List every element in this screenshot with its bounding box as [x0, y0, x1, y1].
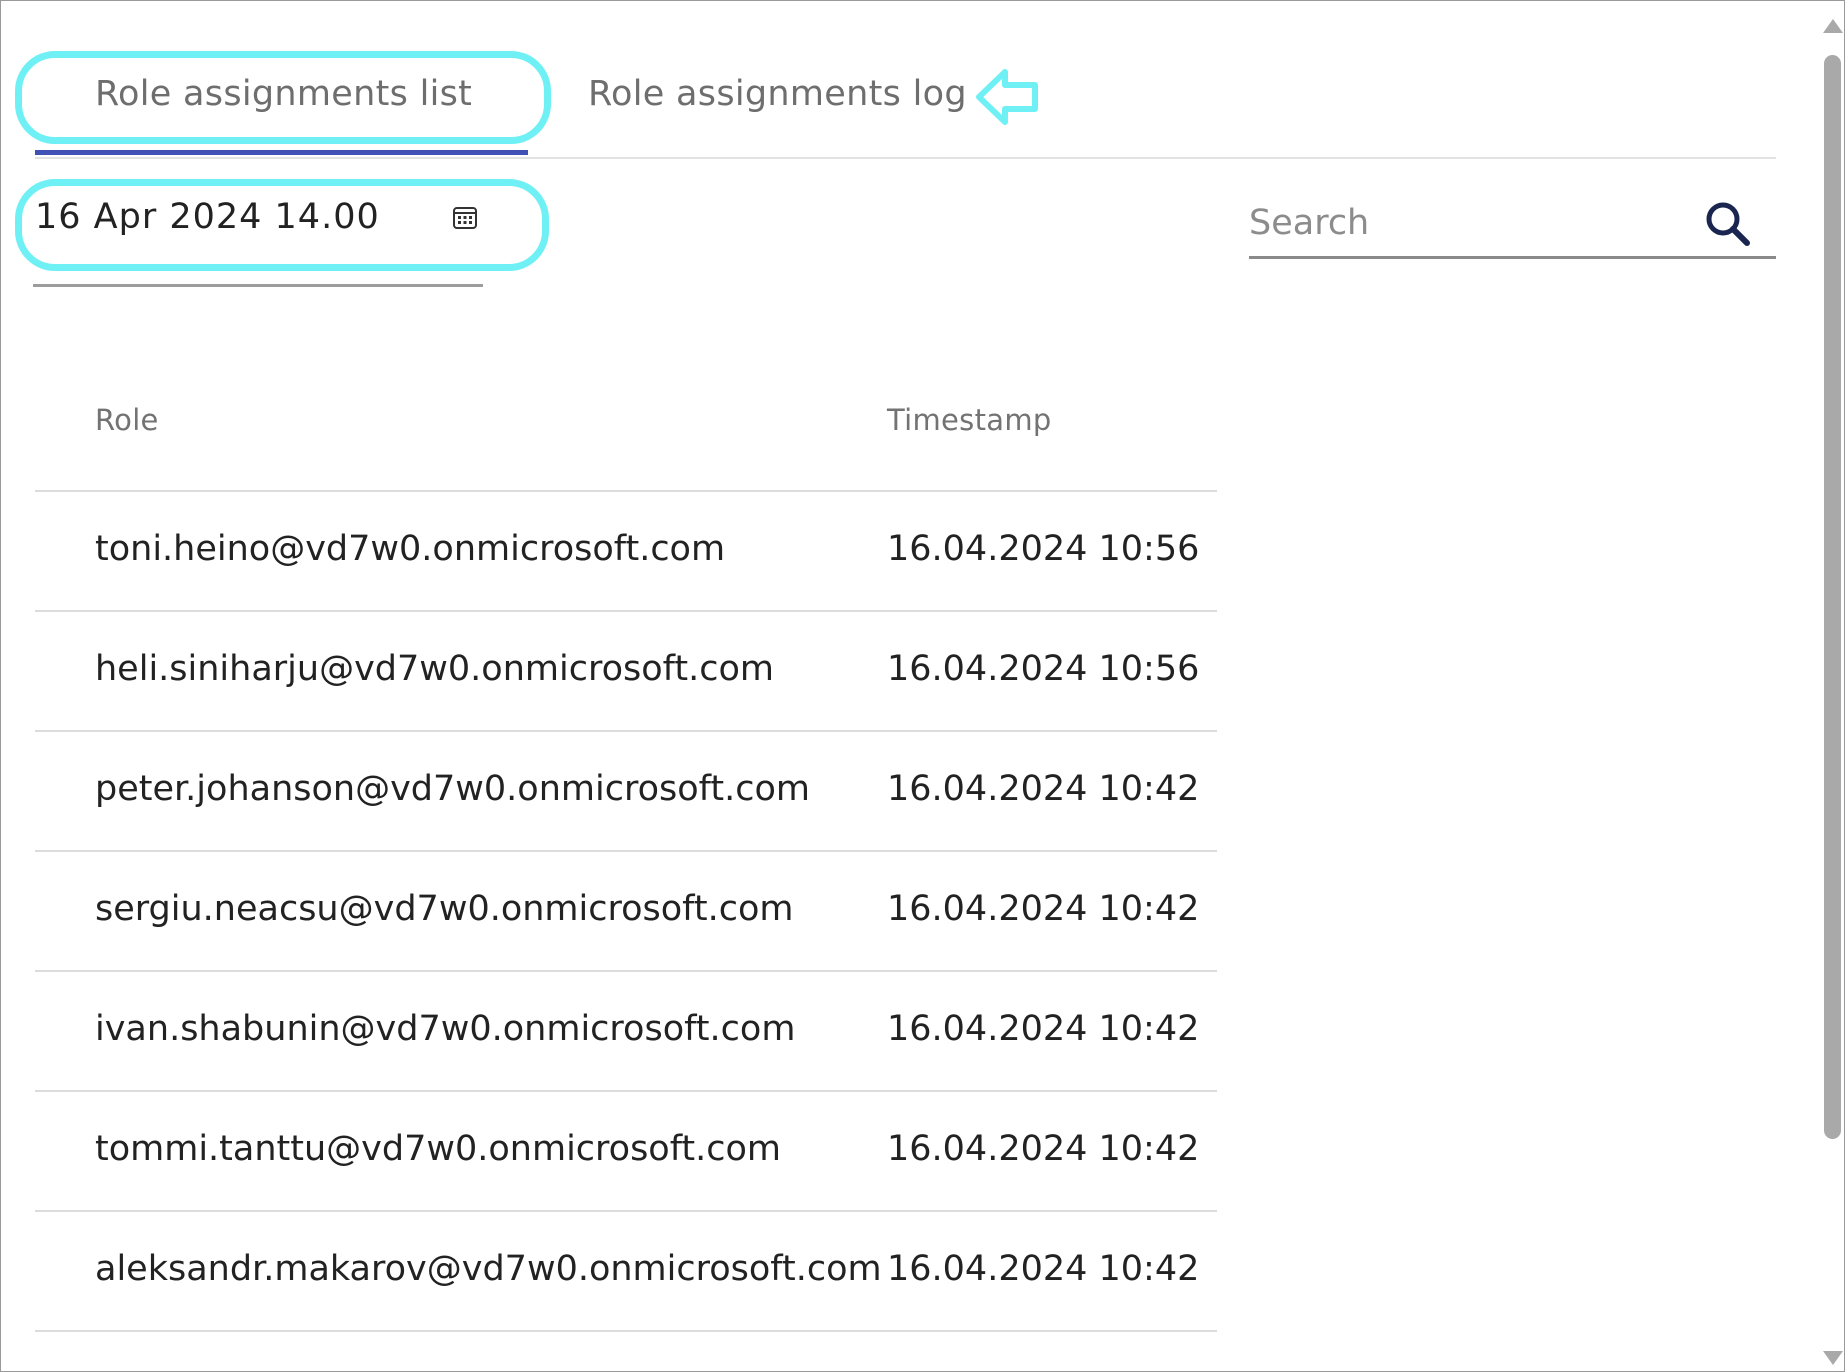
vertical-scrollbar[interactable]	[1821, 15, 1843, 1371]
date-time-picker[interactable]: 16 Apr 2024 14.00	[33, 191, 483, 287]
date-time-value: 16 Apr 2024 14.00	[35, 197, 380, 237]
role-cell: toni.heino@vd7w0.onmicrosoft.com	[95, 529, 726, 569]
calendar-icon[interactable]	[452, 204, 478, 230]
table-row[interactable]: aleksandr.makarov@vd7w0.onmicrosoft.com …	[35, 1212, 1217, 1332]
tab-role-assignments-log[interactable]: Role assignments log	[588, 74, 967, 114]
tab-bar: Role assignments list Role assignments l…	[35, 49, 1776, 159]
tab-role-assignments-list[interactable]: Role assignments list	[95, 74, 472, 114]
timestamp-cell: 16.04.2024 10:56	[887, 649, 1200, 689]
table-row[interactable]: sergiu.neacsu@vd7w0.onmicrosoft.com 16.0…	[35, 852, 1217, 972]
scroll-down-icon[interactable]	[1823, 1351, 1843, 1365]
table-header: Role Timestamp	[35, 366, 1217, 492]
column-header-role[interactable]: Role	[95, 403, 159, 437]
role-cell: aleksandr.makarov@vd7w0.onmicrosoft.com	[95, 1249, 882, 1289]
timestamp-cell: 16.04.2024 10:42	[887, 889, 1200, 929]
table-row[interactable]: toni.heino@vd7w0.onmicrosoft.com 16.04.2…	[35, 492, 1217, 612]
timestamp-cell: 16.04.2024 10:42	[887, 1129, 1200, 1169]
role-cell: peter.johanson@vd7w0.onmicrosoft.com	[95, 769, 810, 809]
search-input[interactable]	[1249, 197, 1689, 249]
role-cell: tommi.tanttu@vd7w0.onmicrosoft.com	[95, 1129, 782, 1169]
search-box	[1249, 193, 1776, 259]
scroll-thumb[interactable]	[1824, 55, 1841, 1139]
timestamp-cell: 16.04.2024 10:42	[887, 1249, 1200, 1289]
active-tab-indicator	[35, 150, 528, 155]
table-row[interactable]: heli.siniharju@vd7w0.onmicrosoft.com 16.…	[35, 612, 1217, 732]
role-cell: sergiu.neacsu@vd7w0.onmicrosoft.com	[95, 889, 794, 929]
search-icon[interactable]	[1703, 199, 1753, 249]
scroll-up-icon[interactable]	[1823, 19, 1843, 33]
role-cell: heli.siniharju@vd7w0.onmicrosoft.com	[95, 649, 774, 689]
timestamp-cell: 16.04.2024 10:42	[887, 769, 1200, 809]
table-row[interactable]: ivan.shabunin@vd7w0.onmicrosoft.com 16.0…	[35, 972, 1217, 1092]
table-row[interactable]: peter.johanson@vd7w0.onmicrosoft.com 16.…	[35, 732, 1217, 852]
timestamp-cell: 16.04.2024 10:56	[887, 529, 1200, 569]
column-header-timestamp[interactable]: Timestamp	[887, 403, 1052, 437]
role-assignments-table: Role Timestamp toni.heino@vd7w0.onmicros…	[35, 366, 1217, 1332]
table-row[interactable]: tommi.tanttu@vd7w0.onmicrosoft.com 16.04…	[35, 1092, 1217, 1212]
role-cell: ivan.shabunin@vd7w0.onmicrosoft.com	[95, 1009, 796, 1049]
timestamp-cell: 16.04.2024 10:42	[887, 1009, 1200, 1049]
role-assignments-panel: Role assignments list Role assignments l…	[0, 0, 1845, 1372]
